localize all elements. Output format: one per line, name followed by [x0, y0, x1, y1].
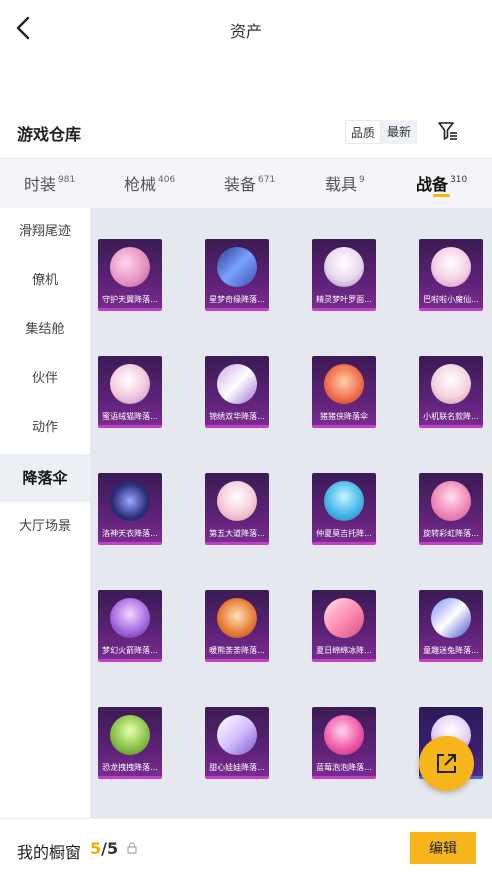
item-name: 童趣迷兔降落... [423, 646, 479, 655]
active-tab-indicator [433, 194, 450, 197]
item-card[interactable]: 夏日绵绵冰降... [312, 590, 376, 662]
item-card[interactable]: 巴啦啦小魔仙... [419, 239, 483, 311]
item-card[interactable]: 精灵梦叶罗面... [312, 239, 376, 311]
item-name: 守护天翼降落... [102, 295, 158, 304]
filter-icon[interactable] [437, 120, 459, 142]
parachute-image [324, 598, 364, 638]
item-card[interactable]: 洛神天衣降落... [98, 473, 162, 545]
parachute-image [217, 364, 257, 404]
sidebar-item-lobby-scene[interactable]: 大厅场景 [0, 503, 90, 551]
subcategory-sidebar: 滑翔尾迹 僚机 集结舱 伙伴 动作 降落伞 大厅场景 [0, 208, 90, 818]
item-name: 蜜语绒猫降落... [102, 412, 158, 421]
parachute-image [431, 247, 471, 287]
showcase-bar: 我的橱窗 5/5 编辑 [0, 818, 492, 876]
parachute-image [110, 715, 150, 755]
item-name: 星梦奇缘降落... [209, 295, 265, 304]
item-name: 梦幻火箭降落... [102, 646, 158, 655]
parachute-image [110, 364, 150, 404]
item-card[interactable]: 第五大道降落... [205, 473, 269, 545]
item-card[interactable]: 暖熊荼荼降落... [205, 590, 269, 662]
item-name: 锦绣双华降落... [209, 412, 265, 421]
sidebar-item-parachute[interactable]: 降落伞 [0, 454, 90, 502]
parachute-image [217, 715, 257, 755]
parachute-image [110, 247, 150, 287]
item-name: 恐龙拽拽降落... [102, 763, 158, 772]
item-name: 仲夏莫吉托降... [316, 529, 372, 538]
parachute-image [217, 247, 257, 287]
tab-weapons[interactable]: 枪械 406 [124, 171, 175, 195]
showcase-label: 我的橱窗 [17, 843, 82, 862]
item-name: 猪猪侠降落伞 [320, 412, 368, 421]
item-card[interactable]: 蜜语绒猫降落... [98, 356, 162, 428]
parachute-image [431, 598, 471, 638]
item-name: 暖熊荼荼降落... [209, 646, 265, 655]
item-name: 夏日绵绵冰降... [316, 646, 372, 655]
item-card[interactable]: 旋转彩虹降落... [419, 473, 483, 545]
sort-toggle: 品质 最新 [345, 120, 417, 144]
parachute-image [110, 598, 150, 638]
tab-equipment[interactable]: 装备 671 [224, 171, 275, 195]
item-card[interactable]: 梦幻火箭降落... [98, 590, 162, 662]
item-name: 巴啦啦小魔仙... [423, 295, 479, 304]
item-name: 蓝莓泡泡降落... [316, 763, 372, 772]
parachute-image [324, 715, 364, 755]
item-card[interactable]: 甜心娃娃降落... [205, 707, 269, 779]
lock-icon [127, 842, 137, 854]
edit-button[interactable]: 编辑 [410, 832, 476, 864]
sidebar-item-rally-pod[interactable]: 集结舱 [0, 306, 90, 354]
item-name: 甜心娃娃降落... [209, 763, 265, 772]
parachute-image [110, 481, 150, 521]
item-card[interactable]: 恐龙拽拽降落... [98, 707, 162, 779]
item-name: 洛神天衣降落... [102, 529, 158, 538]
parachute-image [217, 481, 257, 521]
parachute-image [431, 481, 471, 521]
sort-newest-button[interactable]: 最新 [381, 120, 417, 144]
category-tabs: 时装 981 枪械 406 装备 671 载具 9 战备 310 [0, 157, 492, 208]
showcase-count: 5/5 [90, 839, 119, 858]
parachute-image [324, 481, 364, 521]
item-card[interactable]: 猪猪侠降落伞 [312, 356, 376, 428]
tab-vehicles[interactable]: 载具 9 [325, 171, 365, 195]
item-card[interactable]: 守护天翼降落... [98, 239, 162, 311]
external-link-icon [437, 754, 456, 773]
tab-fashion[interactable]: 时装 981 [24, 171, 75, 195]
item-card[interactable]: 童趣迷兔降落... [419, 590, 483, 662]
item-grid: 守护天翼降落... 星梦奇缘降落... 精灵梦叶罗面... 巴啦啦小魔仙... 蜜语绒猫… [90, 208, 492, 818]
sidebar-item-partner[interactable]: 伙伴 [0, 355, 90, 403]
item-name: 精灵梦叶罗面... [316, 295, 372, 304]
item-card[interactable]: 仲夏莫吉托降... [312, 473, 376, 545]
parachute-image [217, 598, 257, 638]
item-name: 小机联名款降... [423, 412, 479, 421]
parachute-image [431, 364, 471, 404]
top-bar: 资产 [0, 0, 492, 58]
item-name: 第五大道降落... [209, 529, 265, 538]
tab-readiness[interactable]: 战备 310 [416, 171, 467, 195]
sort-quality-button[interactable]: 品质 [345, 120, 381, 144]
item-card[interactable]: 小机联名款降... [419, 356, 483, 428]
item-card[interactable]: 锦绣双华降落... [205, 356, 269, 428]
page-title: 资产 [229, 22, 262, 41]
sidebar-item-wingman[interactable]: 僚机 [0, 257, 90, 305]
parachute-image [324, 247, 364, 287]
item-card[interactable]: 星梦奇缘降落... [205, 239, 269, 311]
sidebar-item-emote[interactable]: 动作 [0, 404, 90, 452]
share-button[interactable] [419, 736, 474, 791]
item-card[interactable]: 蓝莓泡泡降落... [312, 707, 376, 779]
sidebar-item-glide-trail[interactable]: 滑翔尾迹 [0, 208, 90, 256]
parachute-image [324, 364, 364, 404]
item-name: 旋转彩虹降落... [423, 529, 479, 538]
warehouse-title: 游戏仓库 [17, 125, 82, 144]
